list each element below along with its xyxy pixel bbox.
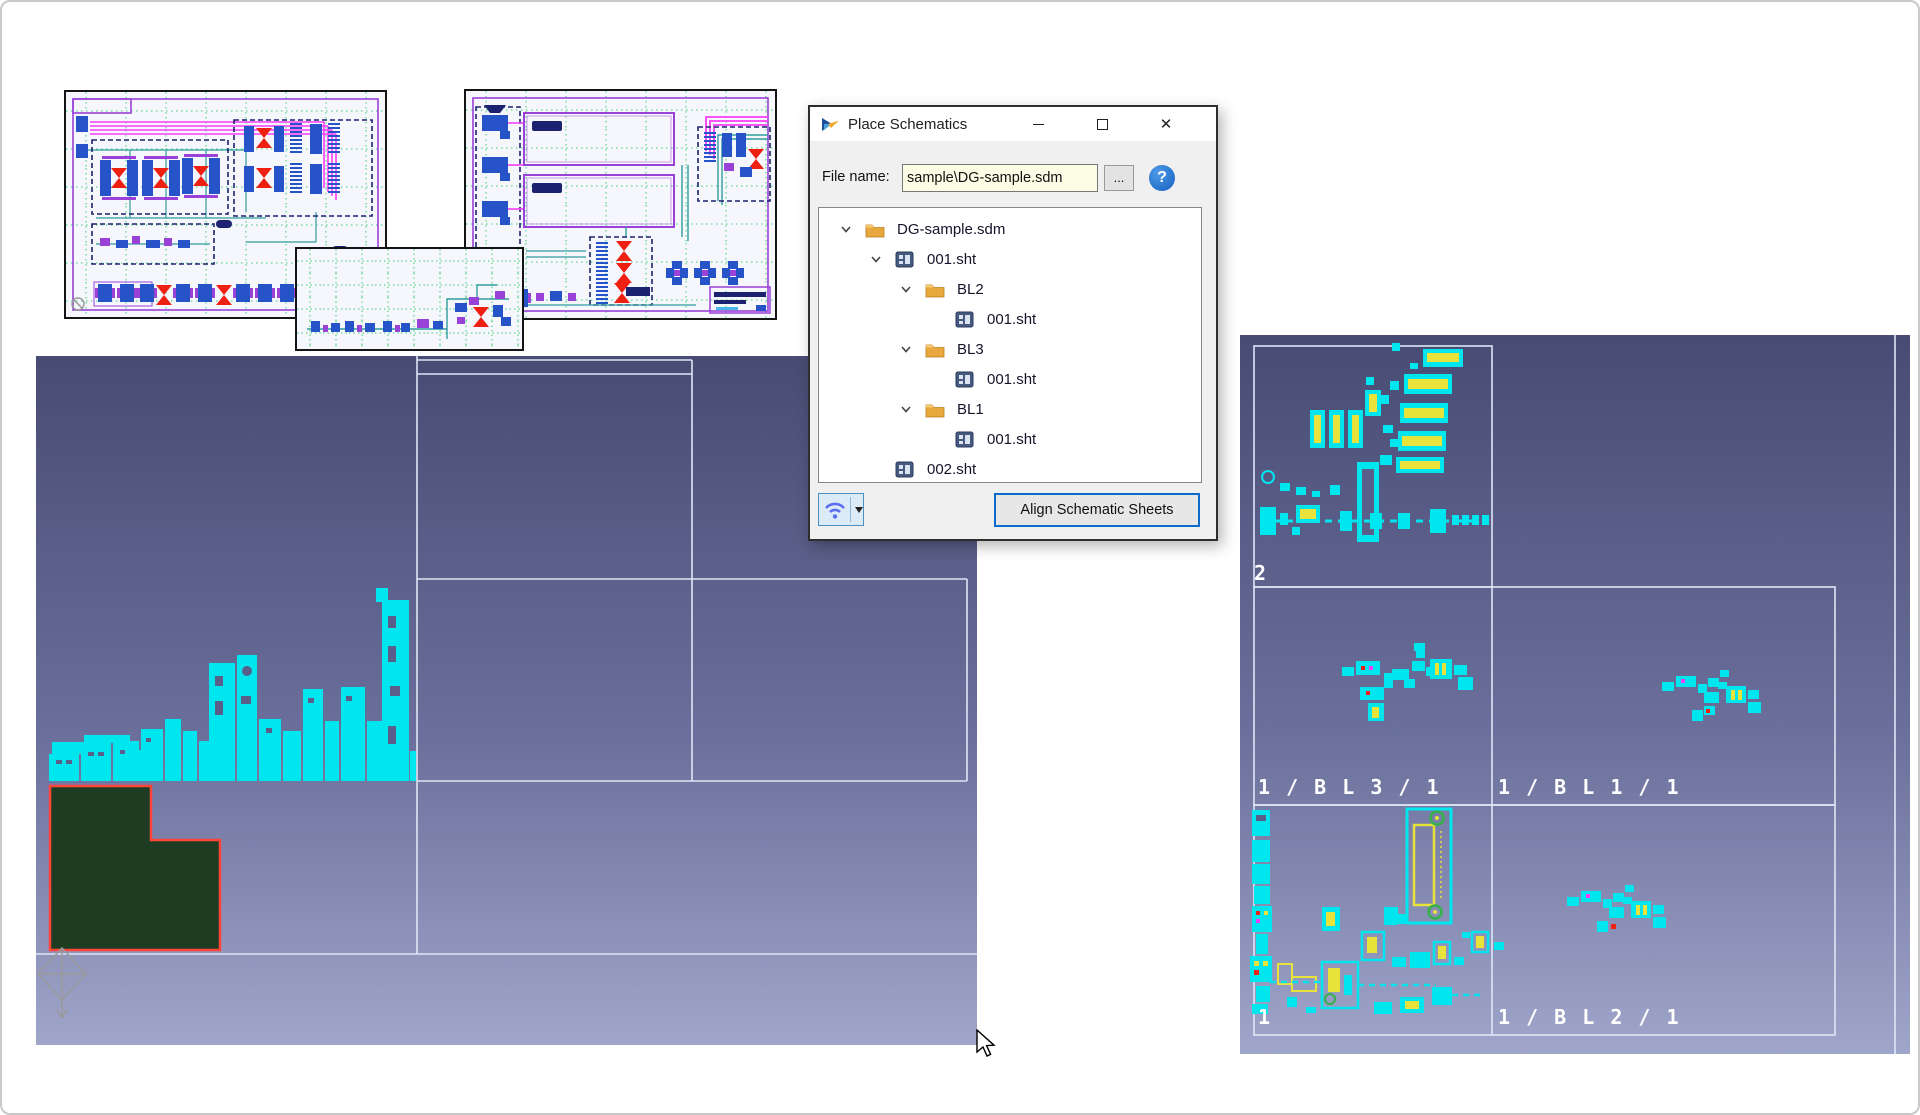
schematic-sheet-icon xyxy=(895,461,915,478)
close-button[interactable]: ✕ xyxy=(1134,107,1198,141)
sheet-label-1: 1 xyxy=(1258,1005,1272,1029)
chevron-expanded-icon[interactable] xyxy=(839,222,853,236)
help-button[interactable]: ? xyxy=(1149,165,1175,191)
close-icon: ✕ xyxy=(1160,117,1173,132)
file-name-input[interactable] xyxy=(902,164,1098,192)
dialog-title: Place Schematics xyxy=(848,116,967,133)
schematic-sheets-viewport[interactable]: 2 1 / B L 3 / 1 1 / B L 1 / 1 1 1 / B L … xyxy=(1240,335,1910,1054)
tree-item-bl1[interactable]: BL1 xyxy=(819,394,1201,424)
axis-compass-icon xyxy=(38,948,86,1018)
application-canvas: 2 1 / B L 3 / 1 1 / B L 1 / 1 1 1 / B L … xyxy=(0,0,1920,1115)
sheet-label-2: 2 xyxy=(1254,561,1268,585)
schematic-sheet-thumbnail-3[interactable] xyxy=(295,247,524,351)
maximize-button[interactable] xyxy=(1070,107,1134,141)
board-outline-shape[interactable] xyxy=(50,786,220,950)
schematic-tree-panel[interactable]: DG-sample.sdm 001.sht BL2 001.sht xyxy=(818,207,1202,483)
file-name-label: File name: xyxy=(822,169,890,185)
tree-item-bl2[interactable]: BL2 xyxy=(819,274,1201,304)
tree-item-label: BL3 xyxy=(957,341,984,358)
tree-item-label: 001.sht xyxy=(987,311,1036,328)
minimize-icon xyxy=(1033,124,1044,125)
align-schematic-sheets-button[interactable]: Align Schematic Sheets xyxy=(994,493,1200,527)
sheet-label-bl2: 1 / B L 2 / 1 xyxy=(1498,1005,1681,1029)
sheet1-components xyxy=(1250,809,1504,1014)
tree-item-label: 001.sht xyxy=(927,251,976,268)
tree-item-bl3-001-sht[interactable]: 001.sht xyxy=(819,364,1201,394)
connection-mode-button[interactable] xyxy=(818,493,864,526)
component-skyline xyxy=(49,588,416,781)
minimize-button[interactable] xyxy=(1006,107,1070,141)
sheet-bl1-components xyxy=(1662,670,1761,721)
tree-item-bl3[interactable]: BL3 xyxy=(819,334,1201,364)
chevron-expanded-icon[interactable] xyxy=(899,342,913,356)
place-schematics-dialog: Place Schematics ✕ File name: ... ? DG-s… xyxy=(808,105,1218,541)
tree-item-001-sht[interactable]: 001.sht xyxy=(819,244,1201,274)
tree-item-label: BL1 xyxy=(957,401,984,418)
schematic-sheet-icon xyxy=(895,251,915,268)
chevron-expanded-icon[interactable] xyxy=(869,252,883,266)
sheet-label-bl3: 1 / B L 3 / 1 xyxy=(1258,775,1441,799)
sheet-bl3-components xyxy=(1342,643,1473,721)
tree-item-label: DG-sample.sdm xyxy=(897,221,1005,238)
tree-item-label: BL2 xyxy=(957,281,984,298)
maximize-icon xyxy=(1097,119,1108,130)
folder-icon xyxy=(925,401,945,418)
folder-icon xyxy=(925,281,945,298)
sheet2-components xyxy=(1260,343,1489,542)
divider xyxy=(850,497,851,522)
mouse-cursor xyxy=(976,1029,1002,1059)
dropdown-arrow-icon[interactable] xyxy=(855,507,863,513)
tree-item-dg-sample-sdm[interactable]: DG-sample.sdm xyxy=(819,214,1201,244)
tree-item-label: 002.sht xyxy=(927,461,976,478)
dialog-titlebar[interactable]: Place Schematics ✕ xyxy=(810,107,1216,141)
sheet-label-bl1: 1 / B L 1 / 1 xyxy=(1498,775,1681,799)
chevron-expanded-icon[interactable] xyxy=(899,402,913,416)
schematic-sheet-icon xyxy=(955,311,975,328)
wifi-icon xyxy=(822,498,848,522)
tree-item-label: 001.sht xyxy=(987,431,1036,448)
app-logo-icon xyxy=(820,114,840,134)
browse-button[interactable]: ... xyxy=(1104,165,1134,191)
tree-item-002-sht[interactable]: 002.sht xyxy=(819,454,1201,483)
sheet-bl2-components xyxy=(1567,885,1666,932)
chevron-expanded-icon[interactable] xyxy=(899,282,913,296)
tree-item-label: 001.sht xyxy=(987,371,1036,388)
tree-item-bl2-001-sht[interactable]: 001.sht xyxy=(819,304,1201,334)
schematic-sheet-icon xyxy=(955,371,975,388)
folder-icon xyxy=(925,341,945,358)
tree-item-bl1-001-sht[interactable]: 001.sht xyxy=(819,424,1201,454)
folder-icon xyxy=(865,221,885,238)
schematic-sheet-icon xyxy=(955,431,975,448)
